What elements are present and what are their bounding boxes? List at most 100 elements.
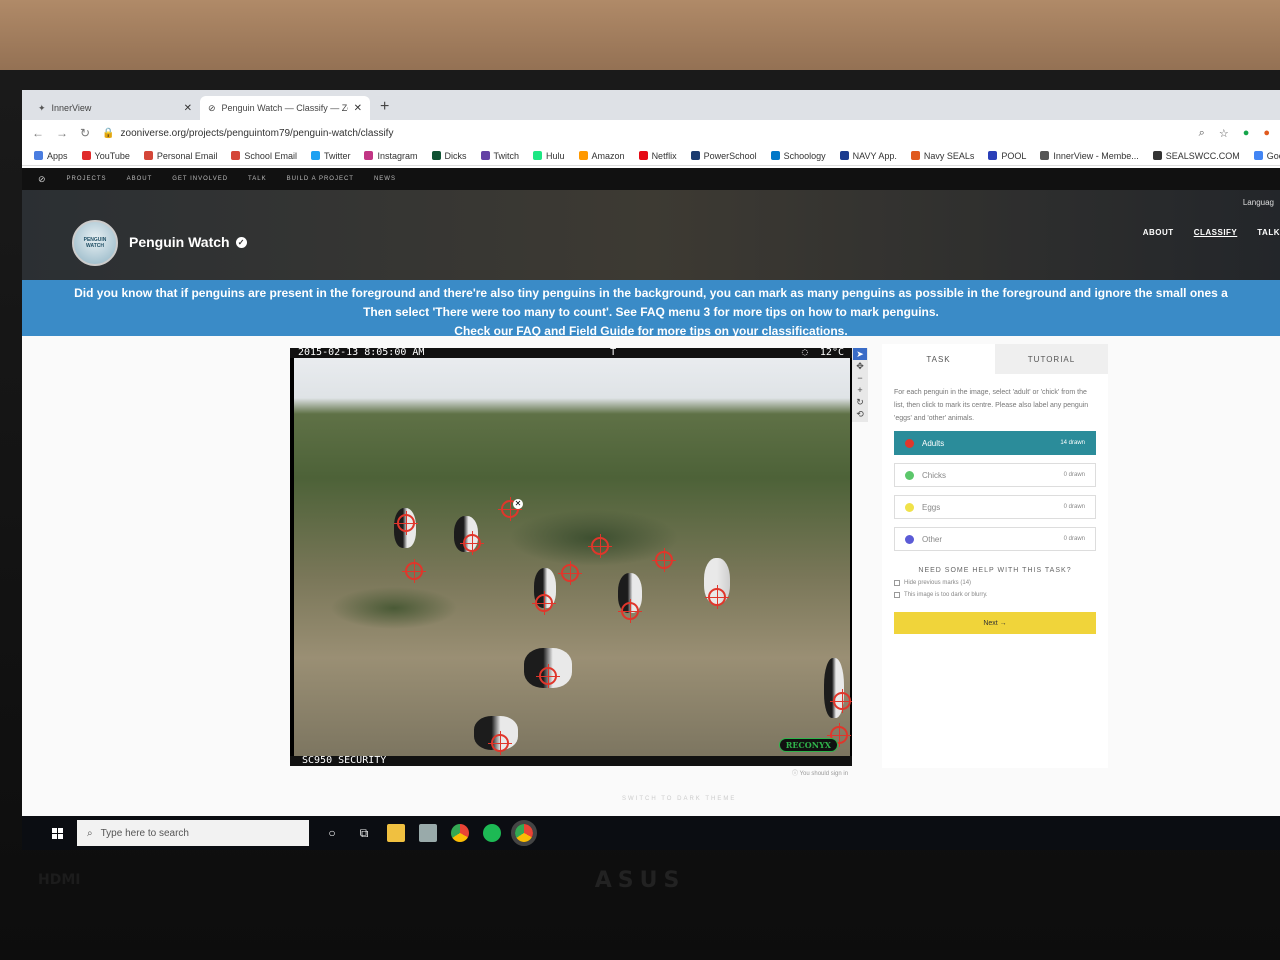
reload-icon[interactable]: ↻ [80,126,90,140]
reset-icon[interactable]: ⟲ [853,408,867,420]
bookmark-dicks[interactable]: Dicks [431,151,467,161]
language-selector[interactable]: Languag [1243,198,1274,207]
search-placeholder: Type here to search [100,827,189,839]
task-view-icon[interactable]: ⧉ [355,824,373,842]
bookmark-google-docs[interactable]: Google D [1253,151,1280,161]
adult-mark[interactable] [618,599,642,623]
tab-task[interactable]: TASK [882,344,995,374]
project-title[interactable]: Penguin Watch ✓ [129,234,247,250]
project-nav-about[interactable]: ABOUT [1143,228,1174,237]
bookmark-sealswcc[interactable]: SEALSWCC.COM [1152,151,1240,161]
adult-mark[interactable] [558,561,582,585]
bookmark-school-email[interactable]: School Email [231,151,297,161]
choice-count: 0 drawn [1063,504,1085,510]
project-nav-classify[interactable]: CLASSIFY [1194,228,1238,237]
taskbar-search[interactable]: ⌕ Type here to search [77,820,309,846]
bookmark-navy-app[interactable]: NAVY App. [839,151,897,161]
profile-icon[interactable]: ● [1263,127,1270,140]
project-nav-talk[interactable]: TALK [1257,228,1280,237]
bookmark-schoology[interactable]: Schoology [770,151,826,161]
url-field[interactable]: 🔒 zooniverse.org/projects/penguintom79/p… [102,128,1187,139]
back-icon[interactable]: ← [32,126,44,140]
camera-info-bar: 2015-02-13 8:05:00 AM T ◌ 12°C [290,348,852,358]
too-dark-checkbox[interactable]: This image is too dark or blurry. [894,592,1096,598]
bookmark-pool[interactable]: POOL [988,151,1026,161]
tab-tutorial[interactable]: TUTORIAL [995,344,1108,374]
choice-chicks[interactable]: Chicks 0 drawn [894,463,1096,487]
banner-line-2: Then select 'There were too many to coun… [363,305,939,319]
bookmark-personal-email[interactable]: Personal Email [143,151,217,161]
forward-icon[interactable]: → [56,126,68,140]
zooniverse-logo-icon[interactable]: ⊘ [38,174,47,185]
new-tab-icon[interactable]: + [370,98,399,120]
bookmark-navy-seals[interactable]: Navy SEALs [910,151,974,161]
project-logo[interactable]: PENGUIN WATCH [72,220,118,266]
pan-tool-icon[interactable]: ✥ [853,360,867,372]
temperature: 12°C [819,348,844,358]
next-button[interactable]: Next → [894,612,1096,634]
nav-talk[interactable]: TALK [248,176,267,182]
task-instructions: For each penguin in the image, select 'a… [894,389,1089,422]
bookmark-apps[interactable]: Apps [34,151,68,161]
adult-mark[interactable] [460,531,484,555]
close-tab-icon[interactable]: ✕ [354,103,362,114]
nav-get-involved[interactable]: GET INVOLVED [172,176,228,182]
close-tab-icon[interactable]: ✕ [184,103,192,114]
bookmark-twitch[interactable]: Twitch [480,151,519,161]
grammarly-icon[interactable]: ● [1243,127,1250,140]
windows-start-icon[interactable] [52,827,63,839]
adult-mark[interactable] [488,731,512,755]
adult-mark[interactable] [536,664,560,688]
nav-build-project[interactable]: BUILD A PROJECT [287,176,354,182]
address-bar: ← → ↻ 🔒 zooniverse.org/projects/penguint… [22,120,1280,146]
nav-projects[interactable]: PROJECTS [67,176,107,182]
app-icon[interactable] [419,824,437,842]
penguin-photo[interactable]: ✕ RECONYX [294,358,852,758]
adult-mark[interactable] [705,585,729,609]
star-icon[interactable]: ☆ [1219,127,1229,140]
zoom-out-icon[interactable]: − [853,372,867,384]
moon-phase-icon: ◌ [801,348,808,358]
tab-innerview[interactable]: ✦ InnerView ✕ [30,96,200,120]
choice-other[interactable]: Other 0 drawn [894,527,1096,551]
delete-mark-icon[interactable]: ✕ [513,499,523,509]
task-help-link[interactable]: NEED SOME HELP WITH THIS TASK? [882,567,1108,574]
adults-marker-icon [905,438,914,448]
file-explorer-icon[interactable] [387,824,405,842]
timestamp: 2015-02-13 8:05:00 AM [298,348,425,358]
choice-eggs[interactable]: Eggs 0 drawn [894,495,1096,519]
zoom-icon[interactable]: ⌕ [1199,127,1205,140]
pointer-tool-icon[interactable]: ➤ [853,348,867,360]
choice-adults[interactable]: Adults 14 drawn [894,431,1096,455]
adult-mark[interactable] [532,591,556,615]
chrome-icon[interactable] [451,824,469,842]
bookmark-hulu[interactable]: Hulu [533,151,565,161]
dark-theme-toggle[interactable]: SWITCH TO DARK THEME [622,796,736,802]
choice-count: 0 drawn [1063,472,1085,478]
spotify-icon[interactable] [483,824,501,842]
chrome-active-icon[interactable] [511,820,537,846]
bookmark-powerschool[interactable]: PowerSchool [690,151,757,161]
bookmark-youtube[interactable]: YouTube [81,151,130,161]
adult-mark[interactable] [652,548,676,572]
zoom-in-icon[interactable]: + [853,384,867,396]
tab-bar: ✦ InnerView ✕ ⊘ Penguin Watch — Classify… [22,90,1280,120]
bookmark-netflix[interactable]: Netflix [638,151,677,161]
nav-news[interactable]: NEWS [374,176,396,182]
bookmark-amazon[interactable]: Amazon [578,151,625,161]
rotate-icon[interactable]: ↻ [853,396,867,408]
tab-penguin-watch[interactable]: ⊘ Penguin Watch — Classify — Zoo ✕ [200,96,370,120]
image-toolbar: ➤ ✥ − + ↻ ⟲ [852,348,868,422]
hide-marks-checkbox[interactable]: Hide previous marks (14) [894,580,1096,586]
subject-image[interactable]: 2015-02-13 8:05:00 AM T ◌ 12°C ✕ RECONYX… [290,348,852,766]
sign-in-note[interactable]: ⓘ You should sign in [792,768,848,777]
bookmark-instagram[interactable]: Instagram [364,151,418,161]
adult-mark[interactable] [394,511,418,535]
cortana-icon[interactable]: ○ [323,824,341,842]
adult-mark[interactable] [588,534,612,558]
nav-about[interactable]: ABOUT [127,176,153,182]
bookmark-innerview[interactable]: InnerView - Membe... [1040,151,1139,161]
bookmark-twitter[interactable]: Twitter [310,151,350,161]
adult-mark[interactable] [830,689,852,713]
adult-mark[interactable] [402,559,426,583]
